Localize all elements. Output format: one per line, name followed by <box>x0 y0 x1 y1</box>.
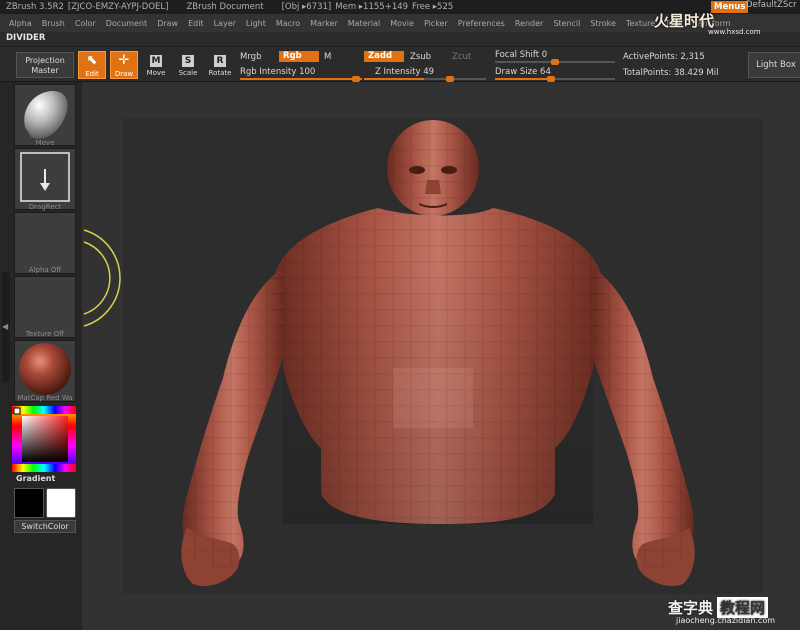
scale-icon: S <box>182 55 194 67</box>
stroke-label: DragRect <box>28 203 62 211</box>
main-color-swatch[interactable] <box>14 488 44 518</box>
projection-master-button[interactable]: Projection Master <box>16 52 74 78</box>
total-points: TotalPoints: 38.429 Mil <box>623 68 719 78</box>
divider-label: DIVIDER <box>6 33 46 43</box>
alpha-label: Alpha Off <box>28 266 62 274</box>
zcut-button[interactable]: Zcut <box>452 52 471 62</box>
mem-readout: Mem ▸1155+149 <box>335 2 409 12</box>
scale-button[interactable]: S Scale <box>174 51 202 79</box>
material-selector[interactable] <box>14 340 76 402</box>
rotate-button[interactable]: R Rotate <box>206 51 234 79</box>
menu-document[interactable]: Document <box>101 19 152 28</box>
watermark-bottom-box: 教程网 <box>717 597 769 618</box>
rgb-intensity-fill <box>240 78 362 80</box>
menu-stroke[interactable]: Stroke <box>585 19 621 28</box>
brush-preview-icon <box>24 90 68 139</box>
menu-layer[interactable]: Layer <box>209 19 241 28</box>
app-name: ZBrush 3.5R2 <box>6 2 64 12</box>
zsub-button[interactable]: Zsub <box>410 52 431 62</box>
menu-macro[interactable]: Macro <box>271 19 305 28</box>
z-intensity-slider[interactable]: Z Intensity 49 <box>375 67 434 77</box>
menu-stencil[interactable]: Stencil <box>548 19 585 28</box>
menu-render[interactable]: Render <box>510 19 548 28</box>
focal-shift-track[interactable] <box>495 59 615 65</box>
material-label: MatCap Red Wa <box>17 394 73 402</box>
menu-alpha[interactable]: Alpha <box>4 19 37 28</box>
watermark-bottom: 查字典 教程网 <box>668 597 769 618</box>
stroke-selector[interactable] <box>14 148 76 210</box>
rgb-button[interactable]: Rgb <box>279 51 319 62</box>
chest-highlight <box>393 368 473 428</box>
m-button[interactable]: M <box>324 52 331 62</box>
move-icon: M <box>150 55 162 67</box>
license-id: [ZJCO-EMZY-AYPJ-DOEL] <box>67 2 169 12</box>
menus-button[interactable]: Menus <box>711 1 749 13</box>
watermark-bottom-text: 查字典 <box>668 599 714 617</box>
watermark-logo: 火星时代 <box>654 12 715 30</box>
sculpt-model[interactable] <box>123 118 763 594</box>
top-shelf: Projection Master ⬉ Edit ✛ Draw M Move S… <box>0 46 800 82</box>
z-intensity-track[interactable] <box>364 76 486 82</box>
document-canvas[interactable] <box>123 118 763 594</box>
menu-light[interactable]: Light <box>241 19 271 28</box>
active-points: ActivePoints: 2,315 <box>623 52 705 62</box>
brush-selector[interactable] <box>14 84 76 146</box>
scale-label: Scale <box>178 69 198 77</box>
document-name: ZBrush Document <box>186 2 264 12</box>
menu-picker[interactable]: Picker <box>419 19 453 28</box>
move-button[interactable]: M Move <box>142 51 170 79</box>
draw-label: Draw <box>114 70 134 78</box>
edit-button[interactable]: ⬉ Edit <box>78 51 106 79</box>
menu-material[interactable]: Material <box>343 19 386 28</box>
light-box-button[interactable]: Light Box <box>748 52 800 78</box>
z-intensity-fill <box>364 78 424 80</box>
menu-preferences[interactable]: Preferences <box>453 19 510 28</box>
mrgb-button[interactable]: Mrgb <box>240 52 261 62</box>
rgb-intensity-slider[interactable]: Rgb Intensity 100 <box>240 67 315 77</box>
move-label: Move <box>146 69 166 77</box>
chevron-left-icon[interactable]: ◀ <box>2 322 8 331</box>
edit-icon: ⬉ <box>86 53 98 68</box>
gradient-label: Gradient <box>16 474 56 483</box>
menu-draw[interactable]: Draw <box>152 19 183 28</box>
draw-button[interactable]: ✛ Draw <box>110 51 138 79</box>
draw-icon: ✛ <box>118 53 130 68</box>
left-tray: ◀ Move DragRect Alpha Off Texture Off Ma… <box>0 82 82 630</box>
rotate-icon: R <box>214 55 226 67</box>
alpha-selector[interactable] <box>14 212 76 274</box>
rotate-label: Rotate <box>208 69 232 77</box>
color-picker[interactable] <box>12 406 76 472</box>
texture-label: Texture Off <box>25 330 65 338</box>
draw-size-slider[interactable]: Draw Size 64 <box>495 67 551 77</box>
menu-brush[interactable]: Brush <box>37 19 70 28</box>
default-script-button[interactable]: DefaultZScr <box>746 0 796 10</box>
focal-shift-knob[interactable] <box>551 59 559 65</box>
rgb-intensity-track[interactable] <box>240 76 362 82</box>
switch-color-button[interactable]: SwitchColor <box>14 520 76 533</box>
brush-label: Move <box>35 139 55 147</box>
draw-size-track[interactable] <box>495 76 615 82</box>
watermark-url: www.hxsd.com <box>708 28 761 36</box>
menu-movie[interactable]: Movie <box>385 19 419 28</box>
secondary-color-swatch[interactable] <box>46 488 76 518</box>
draw-size-fill <box>495 78 548 80</box>
drag-rect-icon <box>20 152 70 202</box>
obj-count: [Obj ▸6731] <box>281 2 332 12</box>
focal-shift-slider[interactable]: Focal Shift 0 <box>495 50 547 60</box>
menu-marker[interactable]: Marker <box>305 19 343 28</box>
zadd-button[interactable]: Zadd <box>364 51 404 62</box>
menu-color[interactable]: Color <box>70 19 101 28</box>
edit-label: Edit <box>85 70 99 78</box>
watermark-bottom-url: jiaocheng.chazidian.com <box>676 616 776 625</box>
zoom-gizmo[interactable] <box>80 226 140 336</box>
free-readout: Free ▸525 <box>412 2 454 12</box>
menu-edit[interactable]: Edit <box>183 19 209 28</box>
texture-selector[interactable] <box>14 276 76 338</box>
color-picker-wheel <box>12 406 76 472</box>
